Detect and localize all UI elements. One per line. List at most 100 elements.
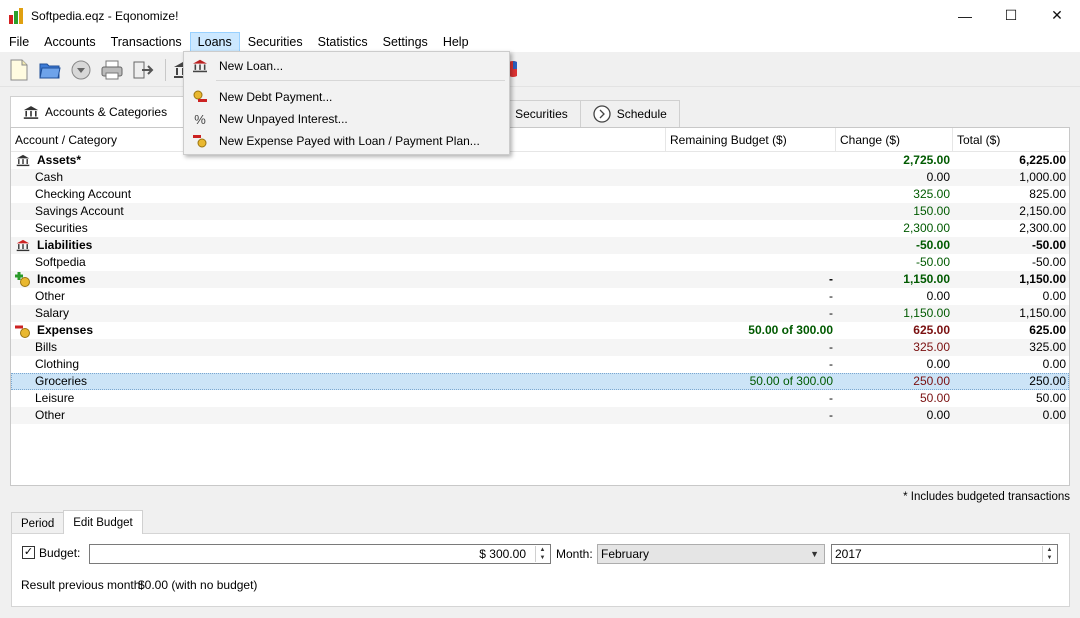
menu-accounts[interactable]: Accounts xyxy=(37,32,102,52)
cell-change: 0.00 xyxy=(926,289,950,303)
row-label: Other xyxy=(35,289,66,303)
table-row[interactable]: Salary - 1,150.00 1,150.00 xyxy=(11,305,1069,322)
tab-schedule[interactable]: Schedule xyxy=(579,100,680,127)
cell-name: Salary xyxy=(11,305,666,322)
cell-remaining-budget xyxy=(666,254,836,271)
cell-change: 2,300.00 xyxy=(903,221,950,235)
menu-new-debt-payment[interactable]: New Debt Payment... xyxy=(186,86,507,108)
budget-amount-input[interactable] xyxy=(90,545,530,563)
menu-item-label: New Unpayed Interest... xyxy=(219,112,348,126)
cell-change: 0.00 xyxy=(926,357,950,371)
menu-item-label: New Loan... xyxy=(219,59,284,73)
cell-total: 0.00 xyxy=(1042,408,1066,422)
cell-remaining-budget xyxy=(666,152,836,169)
budget-checkbox[interactable]: ✓ xyxy=(22,546,35,559)
year-input[interactable] xyxy=(832,545,1032,563)
col-remaining-budget[interactable]: Remaining Budget ($) xyxy=(666,128,836,152)
tab-label: Securities xyxy=(515,107,568,121)
cell-change: 2,725.00 xyxy=(903,153,950,167)
cell-change: 0.00 xyxy=(926,408,950,422)
bank-icon xyxy=(15,153,31,169)
month-value: February xyxy=(601,547,650,561)
table-row[interactable]: Savings Account 150.00 2,150.00 xyxy=(11,203,1069,220)
bottom-tabs: Period Edit Budget xyxy=(11,510,143,534)
cell-name: Checking Account xyxy=(11,186,666,203)
menu-new-expense-payed-with-loan[interactable]: New Expense Payed with Loan / Payment Pl… xyxy=(186,130,507,152)
cell-remaining-budget: 50.00 of 300.00 xyxy=(749,374,833,388)
table-row[interactable]: Softpedia -50.00 -50.00 xyxy=(11,254,1069,271)
cell-total: 825.00 xyxy=(1029,187,1066,201)
year-spinner[interactable]: ▲ ▼ xyxy=(1042,546,1056,562)
expense-icon xyxy=(15,323,31,339)
col-change[interactable]: Change ($) xyxy=(836,128,953,152)
month-select[interactable]: February ▼ xyxy=(597,544,825,564)
table-group-row[interactable]: Expenses 50.00 of 300.00 625.00 625.00 xyxy=(11,322,1069,339)
table-row[interactable]: Other - 0.00 0.00 xyxy=(11,288,1069,305)
title-bar: Softpedia.eqz - Eqonomize! — ☐ ✕ xyxy=(0,0,1080,31)
budget-spinner[interactable]: ▲ ▼ xyxy=(535,546,549,562)
save-file-button[interactable] xyxy=(68,57,94,83)
tab-edit-budget[interactable]: Edit Budget xyxy=(63,510,143,534)
menu-transactions[interactable]: Transactions xyxy=(104,32,189,52)
menu-loans[interactable]: Loans xyxy=(189,31,240,52)
cell-change: 325.00 xyxy=(913,340,950,354)
menu-separator xyxy=(216,80,505,81)
income-icon xyxy=(15,271,31,288)
menu-settings[interactable]: Settings xyxy=(376,32,435,52)
new-file-button[interactable] xyxy=(6,57,32,83)
cell-total: -50.00 xyxy=(1031,255,1066,269)
menu-file[interactable]: File xyxy=(2,32,36,52)
row-label: Salary xyxy=(35,306,70,320)
menu-new-unpayed-interest[interactable]: % New Unpayed Interest... xyxy=(186,108,507,130)
table-row[interactable]: Checking Account 325.00 825.00 xyxy=(11,186,1069,203)
table-group-row[interactable]: Incomes - 1,150.00 1,150.00 xyxy=(11,271,1069,288)
budget-amount-field[interactable]: ▲▼ xyxy=(89,544,551,564)
row-label: Cash xyxy=(35,170,64,184)
debt-payment-icon xyxy=(193,90,207,102)
table-row[interactable]: Securities 2,300.00 2,300.00 xyxy=(11,220,1069,237)
maximize-button[interactable]: ☐ xyxy=(988,0,1034,31)
spin-up-icon[interactable]: ▲ xyxy=(1043,546,1056,554)
year-field[interactable]: ▲▼ xyxy=(831,544,1058,564)
table-group-row[interactable]: Liabilities -50.00 -50.00 xyxy=(11,237,1069,254)
spin-up-icon[interactable]: ▲ xyxy=(536,546,549,554)
percent-icon: % xyxy=(194,111,206,127)
edit-budget-panel: ✓ Budget: ▲▼ Month: February ▼ ▲▼ Result… xyxy=(11,533,1070,607)
tab-label: Schedule xyxy=(616,107,667,121)
menu-new-loan[interactable]: New Loan... xyxy=(186,55,507,77)
cell-remaining-budget: - xyxy=(829,289,833,303)
menu-item-label: New Expense Payed with Loan / Payment Pl… xyxy=(219,134,480,148)
menu-securities[interactable]: Securities xyxy=(241,32,310,52)
menu-bar: File Accounts Transactions Loans Securit… xyxy=(0,31,1080,52)
table-row[interactable]: Leisure - 50.00 50.00 xyxy=(11,390,1069,407)
col-total[interactable]: Total ($) xyxy=(953,128,1069,152)
table-row[interactable]: Clothing - 0.00 0.00 xyxy=(11,356,1069,373)
cell-remaining-budget: - xyxy=(829,408,833,422)
cell-name: Liabilities xyxy=(11,237,666,254)
table-group-row[interactable]: Assets* 2,725.00 6,225.00 xyxy=(11,152,1069,169)
menu-help[interactable]: Help xyxy=(436,32,476,52)
quit-button[interactable] xyxy=(130,57,156,83)
cell-remaining-budget: - xyxy=(829,306,833,320)
close-button[interactable]: ✕ xyxy=(1034,0,1080,31)
table-row[interactable]: Groceries 50.00 of 300.00 250.00 250.00 xyxy=(11,373,1069,390)
table-row[interactable]: Other - 0.00 0.00 xyxy=(11,407,1069,424)
menu-statistics[interactable]: Statistics xyxy=(311,32,375,52)
row-label: Liabilities xyxy=(37,238,93,252)
row-label: Bills xyxy=(35,340,58,354)
tab-period[interactable]: Period xyxy=(11,512,65,534)
print-button[interactable] xyxy=(99,57,125,83)
table-row[interactable]: Bills - 325.00 325.00 xyxy=(11,339,1069,356)
spin-down-icon[interactable]: ▼ xyxy=(1043,554,1056,562)
printer-icon xyxy=(101,60,123,79)
cell-change: 50.00 xyxy=(919,391,950,405)
result-label: Result previous month: xyxy=(21,578,144,592)
cell-name: Cash xyxy=(11,169,666,186)
toolbar xyxy=(0,53,1080,87)
table-row[interactable]: Cash 0.00 1,000.00 xyxy=(11,169,1069,186)
budget-label: Budget: xyxy=(39,546,81,560)
open-file-button[interactable] xyxy=(37,57,63,83)
cell-name: Incomes xyxy=(11,271,666,288)
spin-down-icon[interactable]: ▼ xyxy=(536,554,549,562)
minimize-button[interactable]: — xyxy=(942,0,988,31)
